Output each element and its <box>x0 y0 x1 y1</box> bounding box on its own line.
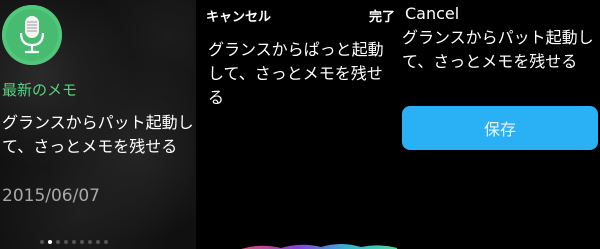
page-dot <box>40 240 44 244</box>
glance-screen: 最新のメモ グランスからパット起動して、さっとメモを残せる 2015/06/07 <box>0 0 196 249</box>
dictation-text: グランスからぱっと起動して、さっとメモを残せる <box>208 40 384 107</box>
glance-title: 最新のメモ <box>2 81 78 99</box>
glance-memo-text: グランスからパット起動して、さっとメモを残せる <box>2 113 194 156</box>
page-indicator <box>40 240 108 244</box>
page-dot <box>96 240 100 244</box>
page-dot <box>48 240 52 244</box>
siri-waveform <box>241 244 397 249</box>
page-dot <box>80 240 84 244</box>
page-dot <box>72 240 76 244</box>
dictation-screen: キャンセル 完了 グランスからぱっと起動して、さっとメモを残せる <box>201 0 397 249</box>
page-dot <box>88 240 92 244</box>
microphone-icon[interactable] <box>2 5 62 65</box>
cancel-button[interactable]: キャンセル <box>206 6 271 25</box>
glance-date: 2015/06/07 <box>2 186 100 206</box>
page-dot <box>104 240 108 244</box>
cancel-button[interactable]: Cancel <box>405 4 459 23</box>
confirm-screen: Cancel グランスからパット起動して、さっとメモを残せる 保存 <box>400 0 600 249</box>
done-button[interactable]: 完了 <box>369 6 395 25</box>
page-dot <box>56 240 60 244</box>
page-dot <box>64 240 68 244</box>
save-button[interactable]: 保存 <box>402 106 598 150</box>
memo-text: グランスからパット起動して、さっとメモを残せる <box>402 28 594 71</box>
